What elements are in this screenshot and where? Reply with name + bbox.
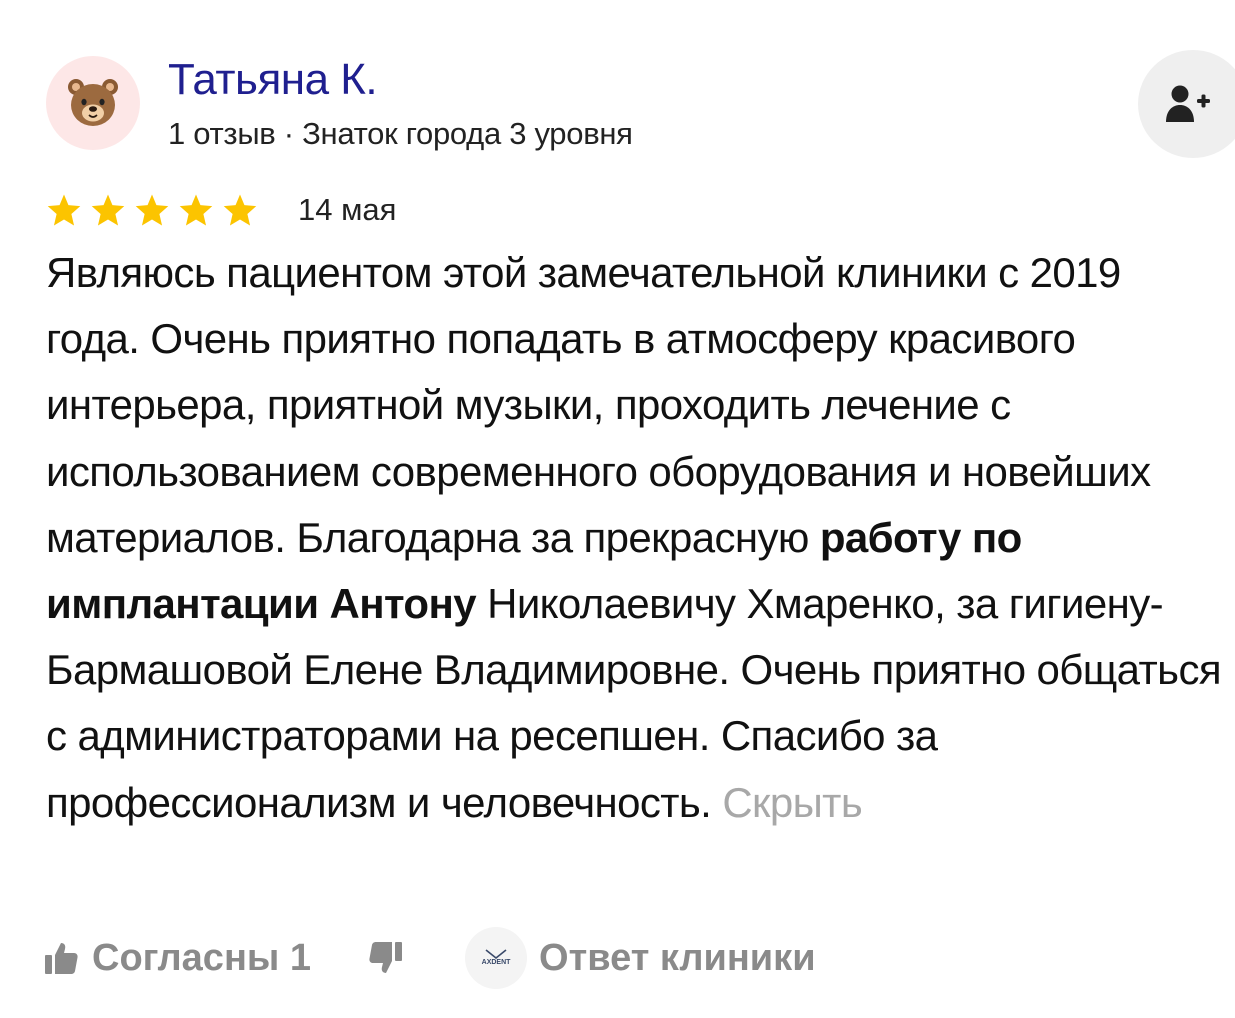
thumbs-down-icon xyxy=(369,942,403,973)
star-icon xyxy=(46,193,82,227)
subscribe-button[interactable] xyxy=(1138,50,1235,158)
rating-stars xyxy=(46,190,258,230)
review-card: Татьяна К. 1 отзыв · Знаток города 3 уро… xyxy=(0,0,1235,1018)
author-avatar[interactable] xyxy=(46,56,140,150)
clinic-reply-button[interactable]: AXDENT Ответ клиники xyxy=(465,927,816,989)
add-user-icon xyxy=(1166,85,1210,122)
like-button[interactable]: Согласны 1 xyxy=(44,937,311,980)
star-icon xyxy=(134,193,170,227)
hide-link[interactable]: Скрыть xyxy=(722,779,862,826)
star-icon xyxy=(222,193,258,227)
review-date: 14 мая xyxy=(298,192,397,227)
author-name[interactable]: Татьяна К. xyxy=(168,54,378,106)
bear-emoji-icon xyxy=(68,79,118,126)
star-icon xyxy=(178,193,214,227)
clinic-logo-mark-icon xyxy=(485,949,507,959)
review-text: Являюсь пациентом этой замечательной кли… xyxy=(46,240,1222,836)
author-meta: 1 отзыв · Знаток города 3 уровня xyxy=(168,116,633,151)
clinic-logo: AXDENT xyxy=(465,927,528,989)
dislike-button[interactable] xyxy=(369,941,403,975)
like-label: Согласны 1 xyxy=(92,936,312,979)
star-icon xyxy=(90,193,126,227)
thumbs-up-icon xyxy=(45,943,78,974)
clinic-logo-text: AXDENT xyxy=(481,959,511,966)
review-actions: Согласны 1 AXDENT Ответ клиники xyxy=(44,925,816,991)
clinic-reply-label: Ответ клиники xyxy=(539,936,816,979)
